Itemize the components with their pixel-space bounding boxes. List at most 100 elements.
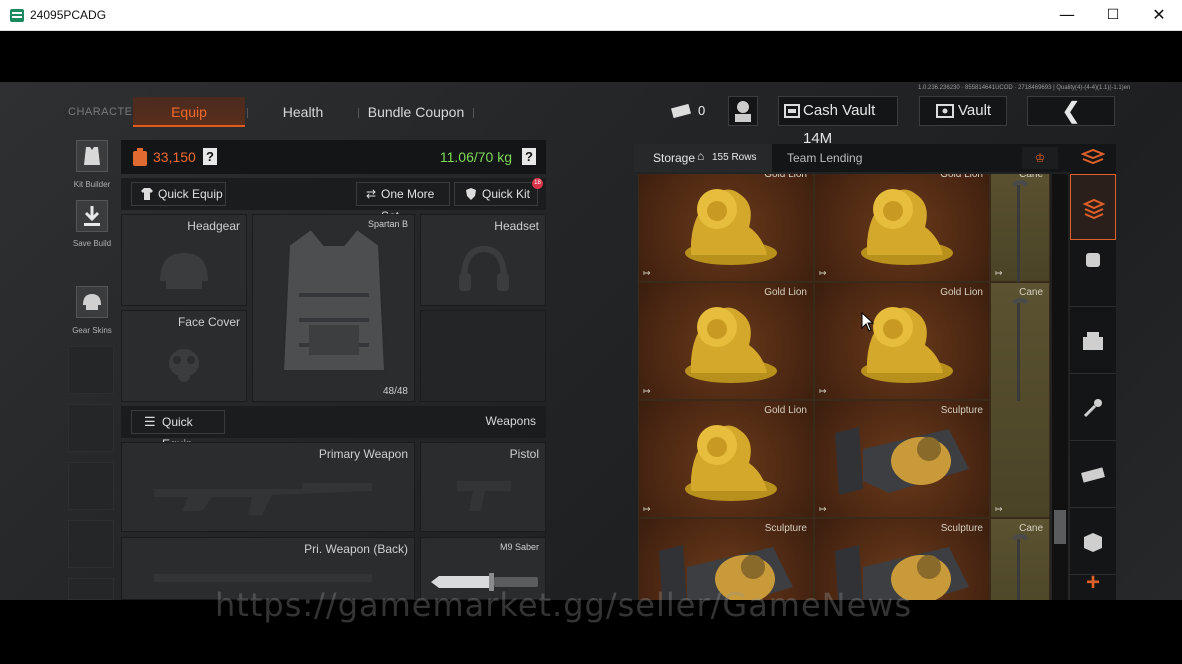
money-icon xyxy=(1081,467,1105,483)
maximize-button[interactable]: ☐ xyxy=(1090,0,1136,31)
headset-label: Headset xyxy=(494,219,539,233)
cash-vault-button[interactable]: Cash Vault 14M xyxy=(778,96,898,147)
cash-vault-label: Cash Vault 14M xyxy=(803,102,876,147)
primary-weapon-label: Primary Weapon xyxy=(318,447,408,461)
rifle-icon xyxy=(154,483,372,515)
armor-durability: 48/48 xyxy=(382,386,408,397)
storage-item[interactable]: Cane↦ xyxy=(990,518,1050,600)
primary-weapon-slot[interactable]: Primary Weapon xyxy=(121,442,415,532)
save-build-button[interactable] xyxy=(76,200,108,232)
category-box[interactable] xyxy=(1070,509,1116,575)
item-tag-icon: ↦ xyxy=(643,268,651,278)
shield-icon xyxy=(466,188,476,200)
empty-side-slot xyxy=(68,520,114,568)
gold-lion-icon xyxy=(685,425,777,501)
item-name: Cane xyxy=(1019,523,1043,534)
empty-side-slot xyxy=(68,578,114,600)
pri-weapon-back-label: Pri. Weapon (Back) xyxy=(304,542,408,556)
tab-team-lending[interactable]: Team Lending xyxy=(787,151,862,165)
save-build-label: Save Build xyxy=(72,239,112,248)
empty-gear-slot xyxy=(420,310,546,402)
kit-builder-button[interactable] xyxy=(76,140,108,172)
title-bar: 24095PCADG — ☐ ✕ xyxy=(0,0,1182,31)
tab-divider xyxy=(473,108,474,118)
category-misc[interactable] xyxy=(1070,241,1116,307)
face-cover-slot[interactable]: Face Cover xyxy=(121,310,247,402)
ammo-box-icon xyxy=(1083,332,1103,350)
quick-kit-label: Quick Kit xyxy=(482,187,531,201)
loadout-value: 33,150 xyxy=(153,149,196,165)
quick-equip-button[interactable]: Quick Equip xyxy=(131,182,226,206)
item-tag-icon: ↦ xyxy=(819,504,827,514)
storage-scrollbar[interactable] xyxy=(1052,174,1068,600)
headgear-slot[interactable]: Headgear xyxy=(121,214,247,306)
quick-kit-badge: 18 xyxy=(532,178,543,189)
category-all[interactable] xyxy=(1070,174,1116,240)
sort-button[interactable] xyxy=(1070,144,1116,172)
storage-item[interactable]: Gold Lion ↦ xyxy=(638,174,814,282)
headset-slot[interactable]: Headset xyxy=(420,214,546,306)
category-cash[interactable] xyxy=(1070,442,1116,508)
list-icon: ☰ xyxy=(144,414,156,429)
minimize-button[interactable]: — xyxy=(1044,0,1090,31)
quick-kit-button[interactable]: Quick Kit xyxy=(454,182,538,206)
headset-icon xyxy=(459,245,509,291)
gold-lion-icon xyxy=(685,189,777,265)
empty-side-slot xyxy=(68,462,114,510)
value-help-button[interactable]: ? xyxy=(203,148,217,165)
weight-help-button[interactable]: ? xyxy=(522,148,536,165)
storage-item[interactable]: Cane↦ xyxy=(990,282,1050,518)
tab-character[interactable]: CHARACTER xyxy=(68,97,140,127)
storage-label: Storage xyxy=(653,151,696,165)
shirt-icon xyxy=(141,188,153,200)
item-name: Sculpture xyxy=(940,405,983,416)
storage-item[interactable]: Gold Lion ↦ xyxy=(814,174,990,282)
cane-icon xyxy=(1011,298,1029,401)
armor-slot[interactable]: Spartan B 48/48 xyxy=(252,214,415,402)
weapons-quick-equip-button[interactable]: ☰ Quick Equip xyxy=(131,410,225,451)
vault-button[interactable]: Vault xyxy=(919,96,1007,126)
swap-icon: ⇄ xyxy=(366,187,377,201)
cash-icon xyxy=(784,104,800,118)
storage-item[interactable]: Gold Lion ↦ xyxy=(814,282,990,400)
gear-skins-button[interactable] xyxy=(76,286,108,318)
item-tag-icon: ↦ xyxy=(643,386,651,396)
back-button[interactable]: ❮ xyxy=(1027,96,1115,126)
vault-label: Vault xyxy=(958,102,992,119)
category-ammo[interactable] xyxy=(1070,308,1116,374)
ticket-icon xyxy=(671,103,691,119)
add-category-button[interactable]: + xyxy=(1070,568,1116,600)
gold-lion-icon xyxy=(861,307,953,383)
ticket-counter[interactable]: 0 xyxy=(668,96,714,126)
game-screen: 1.0.236.236230 · 855814641UCOD · 2718469… xyxy=(0,82,1182,600)
box-icon xyxy=(1084,533,1102,552)
tab-health[interactable]: Health xyxy=(260,97,346,127)
item-tag-icon: ↦ xyxy=(995,504,1003,514)
storage-item[interactable]: Cane↦ xyxy=(990,174,1050,283)
close-button[interactable]: ✕ xyxy=(1136,0,1182,31)
sculpture-icon xyxy=(835,427,969,495)
tab-equip[interactable]: Equip xyxy=(133,97,245,127)
item-tag-icon: ↦ xyxy=(819,386,827,396)
category-keys[interactable] xyxy=(1070,375,1116,441)
empty-side-slot xyxy=(68,346,114,394)
storage-item[interactable]: Gold Lion ↦ xyxy=(638,282,814,400)
version-text: 1.0.236.236230 · 855814641UCOD · 2718469… xyxy=(918,85,1131,91)
quick-equip-label: Quick Equip xyxy=(158,187,223,201)
one-more-set-button[interactable]: ⇄ One More Set xyxy=(356,182,450,223)
item-name: Cane xyxy=(1019,174,1043,180)
app-icon xyxy=(10,9,24,22)
gear-skins-label: Gear Skins xyxy=(72,326,112,335)
tab-bundle-coupon[interactable]: Bundle Coupon xyxy=(360,97,472,127)
kit-builder-label: Kit Builder xyxy=(73,180,111,189)
melee-label: M9 Saber xyxy=(499,542,539,552)
item-name: Gold Lion xyxy=(764,287,807,298)
crown-button[interactable]: ♔ xyxy=(1022,147,1058,169)
rank-button[interactable] xyxy=(728,96,758,126)
face-cover-label: Face Cover xyxy=(177,315,240,329)
pistol-slot[interactable]: Pistol xyxy=(420,442,546,532)
storage-item[interactable]: Sculpture ↦ xyxy=(814,400,990,518)
scroll-thumb[interactable] xyxy=(1054,510,1066,544)
item-tag-icon: ↦ xyxy=(819,268,827,278)
storage-item[interactable]: Gold Lion ↦ xyxy=(638,400,814,518)
